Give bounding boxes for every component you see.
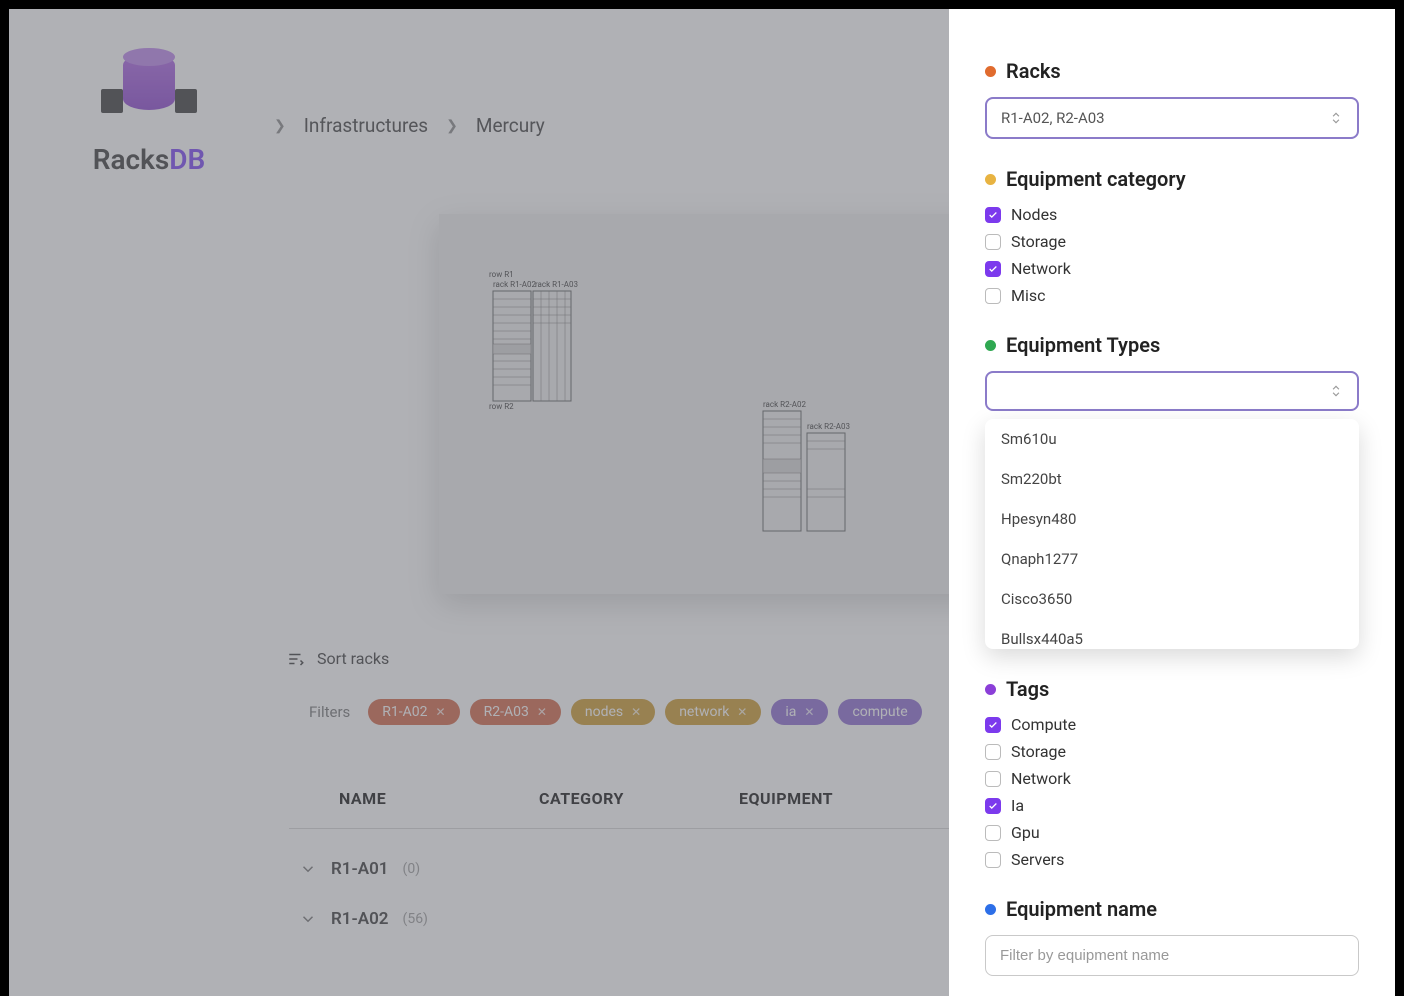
dropdown-option[interactable]: Sm610u	[985, 419, 1359, 459]
checkbox-misc[interactable]: Misc	[985, 286, 1359, 305]
checkbox-compute[interactable]: Compute	[985, 715, 1359, 734]
types-select[interactable]	[985, 371, 1359, 411]
checkbox-gpu[interactable]: Gpu	[985, 823, 1359, 842]
checkbox-network-tag[interactable]: Network	[985, 769, 1359, 788]
types-section: Equipment Types Sm610u Sm220bt Hpesyn480…	[985, 333, 1359, 649]
dot-icon	[985, 684, 996, 695]
checkbox-storage[interactable]: Storage	[985, 232, 1359, 251]
checkbox-icon	[985, 207, 1001, 223]
checkbox-icon	[985, 717, 1001, 733]
dot-icon	[985, 904, 996, 915]
chevron-updown-icon	[1329, 384, 1343, 398]
category-section: Equipment category Nodes Storage Network…	[985, 167, 1359, 305]
types-dropdown: Sm610u Sm220bt Hpesyn480 Qnaph1277 Cisco…	[985, 419, 1359, 649]
checkbox-servers[interactable]: Servers	[985, 850, 1359, 869]
racks-select[interactable]: R1-A02, R2-A03	[985, 97, 1359, 139]
name-section: Equipment name	[985, 897, 1359, 976]
checkbox-nodes[interactable]: Nodes	[985, 205, 1359, 224]
dot-icon	[985, 340, 996, 351]
filter-panel: Racks R1-A02, R2-A03 Equipment category …	[949, 9, 1395, 996]
dropdown-option[interactable]: Cisco3650	[985, 579, 1359, 619]
checkbox-icon	[985, 825, 1001, 841]
chevron-updown-icon	[1329, 111, 1343, 125]
checkbox-storage-tag[interactable]: Storage	[985, 742, 1359, 761]
checkbox-icon	[985, 744, 1001, 760]
dropdown-option[interactable]: Sm220bt	[985, 459, 1359, 499]
dropdown-option[interactable]: Bullsx440a5	[985, 619, 1359, 649]
checkbox-icon	[985, 288, 1001, 304]
checkbox-icon	[985, 261, 1001, 277]
checkbox-icon	[985, 798, 1001, 814]
checkbox-icon	[985, 771, 1001, 787]
dot-icon	[985, 66, 996, 77]
checkbox-icon	[985, 234, 1001, 250]
checkbox-ia[interactable]: Ia	[985, 796, 1359, 815]
dropdown-option[interactable]: Qnaph1277	[985, 539, 1359, 579]
checkbox-network[interactable]: Network	[985, 259, 1359, 278]
equipment-name-input[interactable]	[985, 935, 1359, 976]
checkbox-icon	[985, 852, 1001, 868]
dot-icon	[985, 174, 996, 185]
racks-section: Racks R1-A02, R2-A03	[985, 59, 1359, 139]
tags-section: Tags Compute Storage Network Ia Gpu Serv…	[985, 677, 1359, 869]
dropdown-option[interactable]: Hpesyn480	[985, 499, 1359, 539]
